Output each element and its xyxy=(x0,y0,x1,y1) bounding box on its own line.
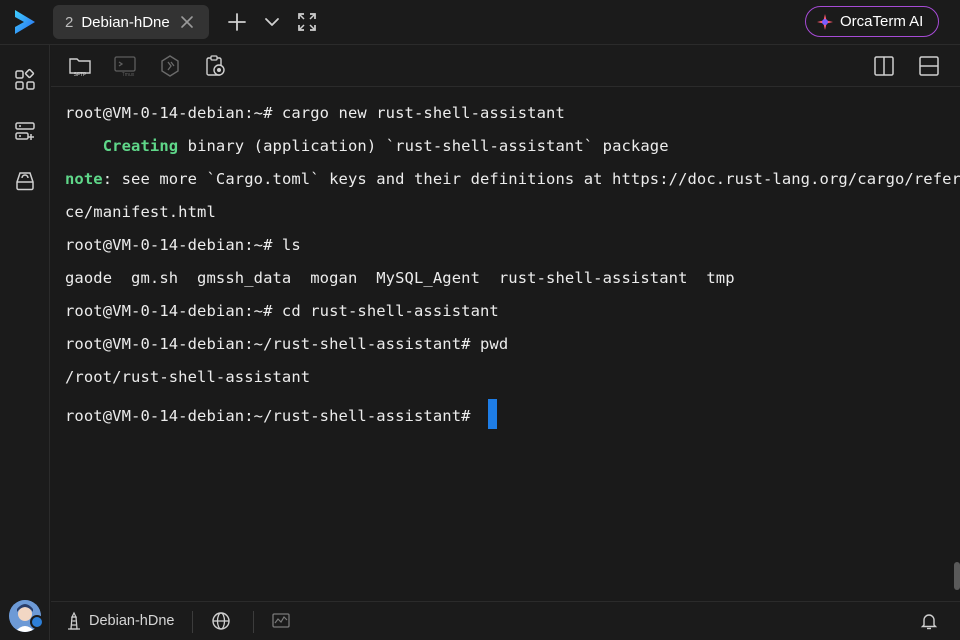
bell-icon[interactable] xyxy=(919,611,939,631)
terminal-line: root@VM-0-14-debian:~/rust-shell-assista… xyxy=(65,335,509,353)
avatar-status-badge xyxy=(30,615,44,629)
split-vertical-icon[interactable] xyxy=(872,54,896,78)
terminal-line: root@VM-0-14-debian:~# cd rust-shell-ass… xyxy=(65,302,499,320)
monitor-icon[interactable] xyxy=(271,611,291,631)
terminal-toolbar: SFTP Tmux xyxy=(51,45,960,87)
creating-highlight: Creating xyxy=(102,137,179,155)
sftp-icon[interactable]: SFTP xyxy=(68,54,92,78)
chevron-down-icon[interactable] xyxy=(261,11,283,33)
plus-icon[interactable] xyxy=(226,11,248,33)
host-icon xyxy=(68,611,80,630)
tmux-icon[interactable]: Tmux xyxy=(113,54,137,78)
orcaterm-logo-icon[interactable] xyxy=(12,8,38,36)
apps-icon[interactable] xyxy=(13,68,37,92)
status-divider xyxy=(192,611,193,633)
globe-icon[interactable] xyxy=(211,611,231,631)
terminal-output[interactable]: root@VM-0-14-debian:~# cargo new rust-sh… xyxy=(51,88,960,600)
terminal-line: root@VM-0-14-debian:~# cargo new rust-sh… xyxy=(65,104,565,122)
terminal-line: /root/rust-shell-assistant xyxy=(65,368,311,386)
split-horizontal-icon[interactable] xyxy=(917,54,941,78)
terminal-prompt-line[interactable]: root@VM-0-14-debian:~/rust-shell-assista… xyxy=(65,399,960,432)
status-divider xyxy=(253,611,254,633)
status-host[interactable]: Debian-hDne xyxy=(65,611,174,631)
terminal-line: Creating binary (application) `rust-shel… xyxy=(102,137,669,155)
orcaterm-ai-button[interactable]: OrcaTerm AI xyxy=(805,6,939,37)
terminal-line: root@VM-0-14-debian:~# ls xyxy=(65,236,301,254)
close-icon[interactable] xyxy=(178,13,196,31)
fullscreen-icon[interactable] xyxy=(296,11,318,33)
note-highlight: note xyxy=(65,170,103,188)
terminal-scrollbar[interactable] xyxy=(954,562,960,590)
left-sidebar xyxy=(0,45,50,640)
tmux-label: Tmux xyxy=(122,72,135,78)
status-host-label: Debian-hDne xyxy=(89,613,175,629)
sftp-label: SFTP xyxy=(74,72,87,78)
extension-icon[interactable] xyxy=(158,54,182,78)
tab-number: 2 xyxy=(65,13,74,31)
terminal-line: gaode gm.sh gmssh_data mogan MySQL_Agent… xyxy=(65,269,735,287)
tab-title: Debian-hDne xyxy=(81,13,170,31)
server-list-icon[interactable] xyxy=(13,119,37,143)
terminal-cursor xyxy=(488,399,497,429)
top-bar: 2 Debian-hDne OrcaTerm AI xyxy=(0,0,960,45)
ai-sparkle-icon xyxy=(817,13,833,30)
clipboard-record-icon[interactable] xyxy=(203,54,227,78)
status-bar: Debian-hDne xyxy=(51,601,960,640)
cloud-drive-icon[interactable] xyxy=(13,169,37,193)
orcaterm-ai-label: OrcaTerm AI xyxy=(840,13,924,30)
terminal-line: ce/manifest.html xyxy=(65,203,216,221)
terminal-line: note: see more `Cargo.toml` keys and the… xyxy=(65,170,960,188)
tab-debian-hdne[interactable]: 2 Debian-hDne xyxy=(53,5,209,39)
